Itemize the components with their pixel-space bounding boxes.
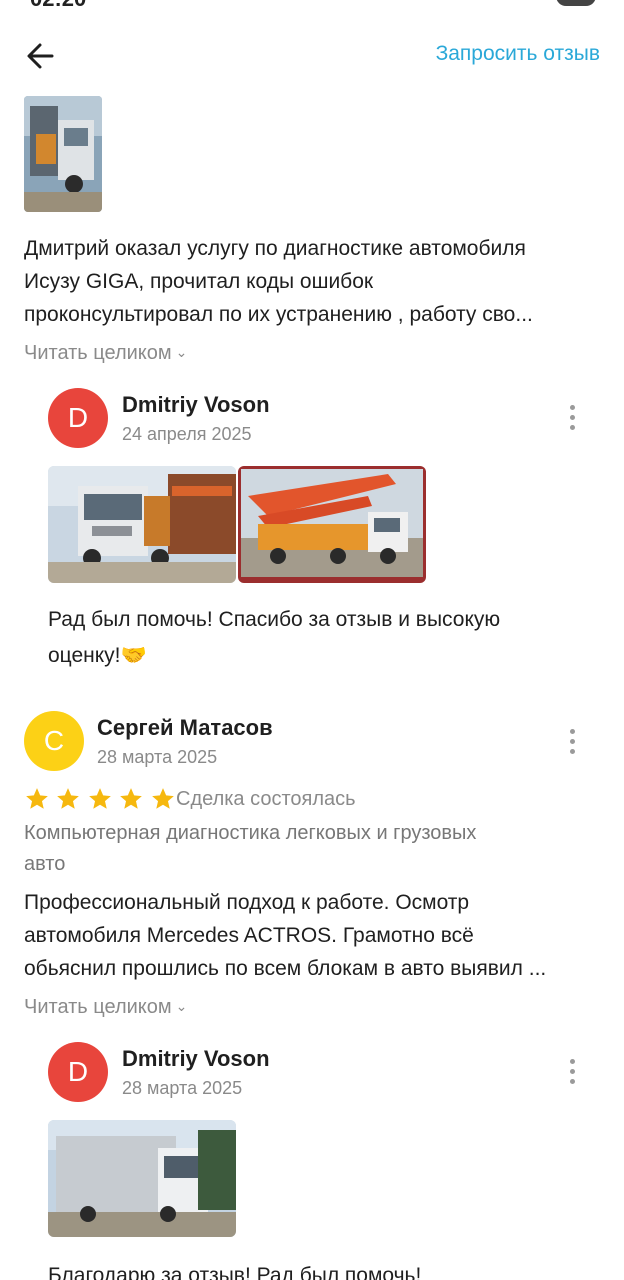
review-photo[interactable] [24,96,102,212]
reply-photo[interactable] [48,466,236,583]
avatar: D [48,388,108,448]
battery-icon [556,0,596,6]
read-more-label: Читать целиком [24,342,172,364]
reply-text-line: оценку!🤝 [48,644,147,667]
arrow-left-icon [27,43,54,69]
deal-status: Сделка состоялась [176,788,356,810]
review-text-line: Дмитрий оказал услугу по диагностике авт… [24,237,526,260]
service-name: авто [24,853,66,875]
status-bar: 02:20 [0,0,624,10]
star-icon [120,788,143,809]
avatar: D [48,1042,108,1102]
reply-author: Dmitriy Voson [122,1046,270,1071]
chevron-down-icon: ⌄ [175,998,188,1014]
reply-date: 28 марта 2025 [122,1078,243,1098]
reply-author: Dmitriy Voson [122,392,270,417]
star-icon [57,788,80,809]
reply-photo[interactable] [48,1120,236,1237]
review-date: 28 марта 2025 [97,747,218,767]
reply-text-line: Рад был помочь! Спасибо за отзыв и высок… [48,608,501,631]
review-text-line: Исузу GIGA, прочитал коды ошибок [24,270,374,293]
reply-date: 24 апреля 2025 [122,424,252,444]
chevron-down-icon: ⌄ [175,344,188,360]
star-icon [26,788,48,809]
review-text-line: автомобиля Mercedes ACTROS. Грамотно всё [24,924,474,947]
star-icon [151,788,174,809]
reply-photo[interactable] [238,466,426,583]
star-icon [89,788,111,809]
read-more-link[interactable]: Читать целиком ⌄ [24,996,187,1019]
top-bar: Запросить отзыв [0,30,624,82]
read-more-link[interactable]: Читать целиком ⌄ [24,342,187,365]
status-time: 02:20 [30,0,86,10]
review-text-line: проконсультировал по их устранению , раб… [24,303,533,326]
read-more-label: Читать целиком [24,996,172,1018]
more-options-icon[interactable] [562,1057,582,1087]
reviewer-name: Сергей Матасов [97,715,273,740]
review-text-line: обьяснил прошлись по всем блокам в авто … [24,957,547,980]
more-options-icon[interactable] [562,403,582,433]
review-text-line: Профессиональный подход к работе. Осмотр [24,891,470,914]
avatar: С [24,711,84,771]
reply-text-line: Благодарю за отзыв! Рад был помочь! [48,1264,422,1280]
rating-stars [24,786,177,812]
back-button[interactable] [22,38,62,74]
more-options-icon[interactable] [562,727,582,757]
request-review-button[interactable]: Запросить отзыв [436,42,600,66]
service-name: Компьютерная диагностика легковых и груз… [24,822,477,844]
